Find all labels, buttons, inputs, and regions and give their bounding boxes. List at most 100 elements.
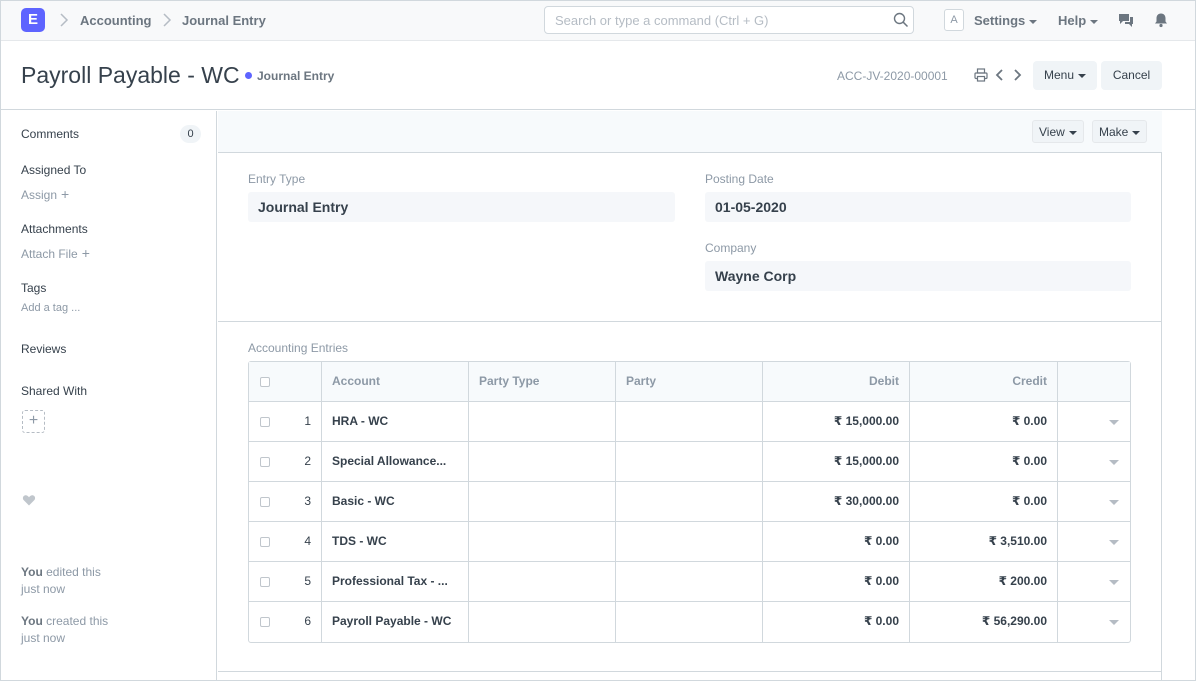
row-actions-cell xyxy=(1058,402,1130,442)
row-expand-icon[interactable] xyxy=(1109,460,1119,465)
chevron-left-icon[interactable] xyxy=(993,68,1007,82)
debit-cell[interactable]: ₹ 15,000.00 xyxy=(763,442,910,482)
debit-cell[interactable]: ₹ 30,000.00 xyxy=(763,482,910,522)
add-tag-input[interactable]: Add a tag ... xyxy=(21,302,80,314)
party-type-cell[interactable] xyxy=(469,522,616,562)
party-type-cell[interactable] xyxy=(469,482,616,522)
print-icon[interactable] xyxy=(974,68,988,82)
shared-with-label: Shared With xyxy=(21,384,88,398)
row-expand-icon[interactable] xyxy=(1109,580,1119,585)
status-indicator: Journal Entry xyxy=(245,69,334,83)
column-header-debit: Debit xyxy=(763,362,910,402)
row-expand-icon[interactable] xyxy=(1109,620,1119,625)
help-dropdown[interactable]: Help xyxy=(1058,13,1099,28)
party-cell[interactable] xyxy=(616,522,763,562)
party-type-cell[interactable] xyxy=(469,562,616,602)
chat-icon[interactable] xyxy=(1118,12,1134,28)
assign-link[interactable]: Assign + xyxy=(21,186,69,202)
reviews-label: Reviews xyxy=(21,342,67,356)
column-header-account: Account xyxy=(322,362,469,402)
search-input[interactable] xyxy=(544,6,914,34)
settings-dropdown[interactable]: Settings xyxy=(974,13,1038,28)
table-row[interactable]: 2 Special Allowance... ₹ 15,000.00 ₹ 0.0… xyxy=(249,442,1130,482)
party-type-cell[interactable] xyxy=(469,402,616,442)
debit-cell[interactable]: ₹ 0.00 xyxy=(763,602,910,642)
app-logo[interactable]: E xyxy=(21,8,45,32)
credit-cell[interactable]: ₹ 0.00 xyxy=(910,482,1058,522)
party-type-cell[interactable] xyxy=(469,442,616,482)
debit-cell[interactable]: ₹ 0.00 xyxy=(763,562,910,602)
company-field[interactable]: Wayne Corp xyxy=(705,261,1131,291)
debit-cell[interactable]: ₹ 15,000.00 xyxy=(763,402,910,442)
row-index: 5 xyxy=(304,574,311,588)
heart-icon[interactable] xyxy=(22,493,36,507)
table-row[interactable]: 3 Basic - WC ₹ 30,000.00 ₹ 0.00 xyxy=(249,482,1130,522)
cancel-button[interactable]: Cancel xyxy=(1101,61,1162,90)
row-actions-cell xyxy=(1058,442,1130,482)
credit-cell[interactable]: ₹ 0.00 xyxy=(910,442,1058,482)
document-name: ACC-JV-2020-00001 xyxy=(837,69,948,83)
account-cell[interactable]: Basic - WC xyxy=(322,482,469,522)
row-checkbox[interactable] xyxy=(260,497,270,507)
party-cell[interactable] xyxy=(616,402,763,442)
party-cell[interactable] xyxy=(616,442,763,482)
credit-cell[interactable]: ₹ 56,290.00 xyxy=(910,602,1058,642)
comments-count-badge: 0 xyxy=(180,125,201,143)
user-avatar[interactable]: A xyxy=(944,9,964,31)
caret-down-icon xyxy=(1078,73,1087,78)
account-cell[interactable]: Payroll Payable - WC xyxy=(322,602,469,642)
make-dropdown[interactable]: Make xyxy=(1092,120,1148,143)
row-checkbox[interactable] xyxy=(260,537,270,547)
attach-file-link[interactable]: Attach File + xyxy=(21,245,90,261)
select-all-checkbox[interactable] xyxy=(260,377,270,387)
posting-date-field[interactable]: 01-05-2020 xyxy=(705,192,1131,222)
bell-icon[interactable] xyxy=(1153,12,1169,28)
table-row[interactable]: 4 TDS - WC ₹ 0.00 ₹ 3,510.00 xyxy=(249,522,1130,562)
column-header-party: Party xyxy=(616,362,763,402)
table-row[interactable]: 6 Payroll Payable - WC ₹ 0.00 ₹ 56,290.0… xyxy=(249,602,1130,642)
view-dropdown[interactable]: View xyxy=(1032,120,1084,143)
breadcrumb-accounting[interactable]: Accounting xyxy=(80,13,152,28)
table-row[interactable]: 5 Professional Tax - ... ₹ 0.00 ₹ 200.00 xyxy=(249,562,1130,602)
credit-cell[interactable]: ₹ 0.00 xyxy=(910,402,1058,442)
search-icon[interactable] xyxy=(893,12,909,28)
menu-button[interactable]: Menu xyxy=(1033,61,1097,90)
form-sidebar: Comments 0 Assigned To Assign + Attachmen… xyxy=(1,111,217,680)
posting-date-label: Posting Date xyxy=(705,172,774,186)
row-checkbox[interactable] xyxy=(260,617,270,627)
add-share-button[interactable]: + xyxy=(22,410,45,433)
party-cell[interactable] xyxy=(616,602,763,642)
select-all-cell xyxy=(249,362,322,402)
party-cell[interactable] xyxy=(616,482,763,522)
row-checkbox[interactable] xyxy=(260,457,270,467)
activity-action: edited this xyxy=(46,565,101,579)
row-expand-icon[interactable] xyxy=(1109,420,1119,425)
row-expand-icon[interactable] xyxy=(1109,500,1119,505)
account-cell[interactable]: Professional Tax - ... xyxy=(322,562,469,602)
party-cell[interactable] xyxy=(616,562,763,602)
row-select-cell: 6 xyxy=(249,602,322,642)
row-index: 1 xyxy=(304,414,311,428)
caret-down-icon xyxy=(1029,19,1038,24)
entry-type-field[interactable]: Journal Entry xyxy=(248,192,675,222)
account-cell[interactable]: HRA - WC xyxy=(322,402,469,442)
chevron-right-icon[interactable] xyxy=(1010,68,1024,82)
breadcrumb-journal-entry[interactable]: Journal Entry xyxy=(182,13,266,28)
account-cell[interactable]: Special Allowance... xyxy=(322,442,469,482)
row-checkbox[interactable] xyxy=(260,577,270,587)
row-select-cell: 3 xyxy=(249,482,322,522)
accounting-entries-grid: Account Party Type Party Debit Credit 1 … xyxy=(248,361,1131,643)
account-cell[interactable]: TDS - WC xyxy=(322,522,469,562)
debit-cell[interactable]: ₹ 0.00 xyxy=(763,522,910,562)
party-type-cell[interactable] xyxy=(469,602,616,642)
row-checkbox[interactable] xyxy=(260,417,270,427)
form-toolbar: View Make xyxy=(218,111,1162,153)
chevron-right-icon xyxy=(163,13,172,27)
row-expand-icon[interactable] xyxy=(1109,540,1119,545)
settings-label: Settings xyxy=(974,13,1026,28)
credit-cell[interactable]: ₹ 3,510.00 xyxy=(910,522,1058,562)
table-row[interactable]: 1 HRA - WC ₹ 15,000.00 ₹ 0.00 xyxy=(249,402,1130,442)
comments-label[interactable]: Comments xyxy=(21,127,79,141)
credit-cell[interactable]: ₹ 200.00 xyxy=(910,562,1058,602)
make-label: Make xyxy=(1099,125,1129,139)
